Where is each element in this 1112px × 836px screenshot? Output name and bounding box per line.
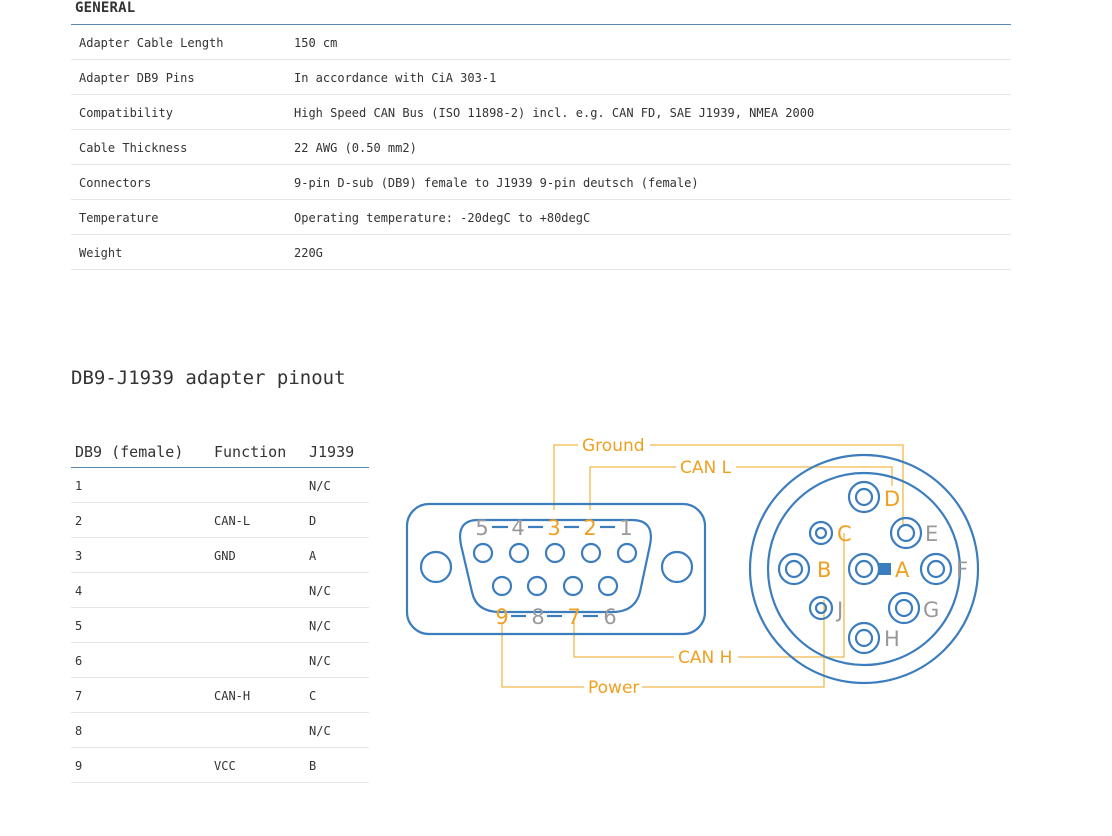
j1939-letter-a: A xyxy=(895,558,910,582)
j1939-pin-c-inner xyxy=(814,526,828,540)
j1939-letter-f: F xyxy=(956,558,968,582)
j1939-letter-d: D xyxy=(884,487,900,511)
db9-num-7: 7 xyxy=(567,605,580,629)
db9-num-8: 8 xyxy=(531,605,544,629)
j1939-pin-d xyxy=(847,480,881,514)
j1939-letter-e: E xyxy=(925,522,938,546)
j1939-pin-g-inner xyxy=(894,598,914,618)
ground-label: Ground xyxy=(582,436,645,456)
j1939-pin-e xyxy=(889,516,923,550)
j1939-pin-f xyxy=(919,552,953,586)
db9-num-4: 4 xyxy=(511,516,524,540)
j1939-letter-j: J xyxy=(835,598,843,622)
j1939-pin-a-inner xyxy=(854,559,874,579)
j1939-pin-a xyxy=(847,552,881,586)
db9-pin-2 xyxy=(580,542,602,564)
j1939-letter-g: G xyxy=(923,598,939,622)
ground-wire xyxy=(553,444,578,510)
db9-pin-6 xyxy=(597,575,619,597)
db9-pin-9 xyxy=(491,575,513,597)
db9-num-9: 9 xyxy=(495,605,508,629)
j1939-pin-c xyxy=(808,520,834,546)
j1939-pin-b xyxy=(777,552,811,586)
j1939-inner-ring xyxy=(766,471,962,667)
db9-num-3: 3 xyxy=(547,516,560,540)
can-h-wire xyxy=(573,622,674,658)
can-h-label: CAN H xyxy=(678,648,732,668)
power-wire xyxy=(501,622,584,688)
j1939-pin-h-inner xyxy=(854,628,874,648)
db9-mount-hole-right xyxy=(660,550,694,584)
j1939-pin-h xyxy=(847,621,881,655)
db9-num-1: 1 xyxy=(619,516,632,540)
db9-pin-5 xyxy=(472,542,494,564)
j1939-letter-b: B xyxy=(817,558,831,582)
j1939-pin-g xyxy=(887,591,921,625)
j1939-key-notch xyxy=(879,563,891,575)
db9-pin-3 xyxy=(544,542,566,564)
j1939-connector xyxy=(748,453,980,685)
db9-mount-hole-left xyxy=(419,550,453,584)
j1939-pin-d-inner xyxy=(854,487,874,507)
j1939-pin-f-inner xyxy=(926,559,946,579)
j1939-pin-b-inner xyxy=(784,559,804,579)
db9-pin-1 xyxy=(616,542,638,564)
db9-pin-7 xyxy=(562,575,584,597)
db9-number-dashes xyxy=(492,525,615,618)
db9-pin-8 xyxy=(526,575,548,597)
db9-num-6: 6 xyxy=(603,605,616,629)
j1939-letter-h: H xyxy=(884,627,900,651)
j1939-letters: D C E B A F J G H xyxy=(817,487,968,651)
db9-num-5: 5 xyxy=(475,516,488,540)
j1939-pin-e-inner xyxy=(896,523,916,543)
j1939-pin-j xyxy=(808,595,834,621)
db9-num-2: 2 xyxy=(583,516,596,540)
j1939-letter-c: C xyxy=(837,522,852,546)
pinout-diagram: Ground CAN L CAN H Power 5 4 3 2 1 9 8 7 xyxy=(405,436,980,698)
can-l-label: CAN L xyxy=(680,458,732,478)
power-wire-right xyxy=(642,600,825,688)
power-label: Power xyxy=(588,678,639,698)
db9-pin-4 xyxy=(508,542,530,564)
